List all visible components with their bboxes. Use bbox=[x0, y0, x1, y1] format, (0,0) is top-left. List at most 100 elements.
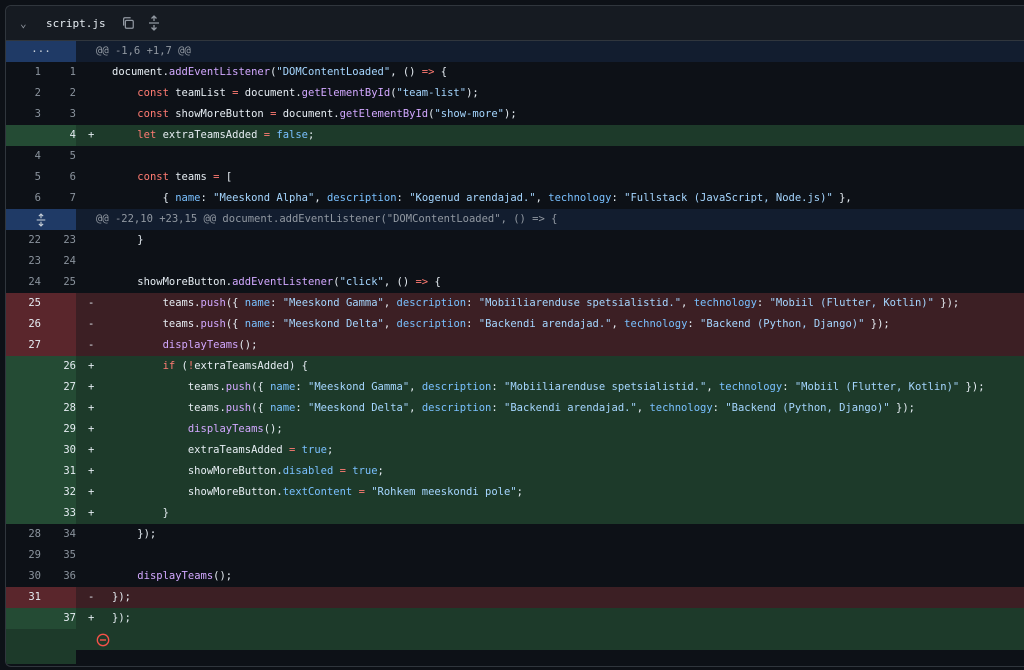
old-line-number[interactable]: 25 bbox=[6, 293, 41, 314]
old-line-number[interactable]: 29 bbox=[6, 545, 41, 566]
new-line-number[interactable]: 34 bbox=[41, 524, 76, 545]
old-line-number[interactable] bbox=[6, 377, 41, 398]
old-line-number[interactable]: 1 bbox=[6, 62, 41, 83]
new-line-number[interactable]: 6 bbox=[41, 167, 76, 188]
expand-all-icon[interactable] bbox=[144, 13, 164, 33]
new-line-number[interactable]: 37 bbox=[41, 608, 76, 629]
diff-line-removed: 26 - teams.push({ name: "Meeskond Delta",… bbox=[6, 314, 1024, 335]
new-line-number[interactable]: 1 bbox=[41, 62, 76, 83]
code-text: showMoreButton.addEventListener("click",… bbox=[112, 276, 441, 288]
hunk-header: ··· @@ -1,6 +1,7 @@ bbox=[6, 41, 1024, 62]
diff-sign bbox=[76, 104, 112, 125]
expand-up-icon[interactable]: ··· bbox=[6, 41, 76, 62]
old-line-number[interactable] bbox=[6, 503, 41, 524]
diff-sign: + bbox=[76, 440, 112, 461]
old-line-number[interactable] bbox=[6, 125, 41, 146]
new-line-number[interactable]: 32 bbox=[41, 482, 76, 503]
diff-sign: - bbox=[76, 314, 112, 335]
old-line-number[interactable]: 23 bbox=[6, 251, 41, 272]
new-line-number[interactable]: 25 bbox=[41, 272, 76, 293]
diff-line-added: 30 + extraTeamsAdded = true; bbox=[6, 440, 1024, 461]
new-line-number[interactable]: 7 bbox=[41, 188, 76, 209]
new-line-number[interactable] bbox=[41, 587, 76, 608]
code-text: const showMoreButton = document.getEleme… bbox=[137, 108, 517, 120]
diff-line-context: 29 35 bbox=[6, 545, 1024, 566]
code-text: if (!extraTeamsAdded) { bbox=[162, 360, 309, 372]
new-line-number[interactable]: 4 bbox=[41, 125, 76, 146]
diff-line-added: 27 + teams.push({ name: "Meeskond Gamma",… bbox=[6, 377, 1024, 398]
old-line-number[interactable]: 5 bbox=[6, 167, 41, 188]
old-line-number[interactable] bbox=[6, 419, 41, 440]
diff-line-added: 32 + showMoreButton.textContent = "Rohkem… bbox=[6, 482, 1024, 503]
diff-line-removed: 27 - displayTeams(); bbox=[6, 335, 1024, 356]
diff-sign: + bbox=[76, 356, 112, 377]
diff-sign: + bbox=[76, 503, 112, 524]
old-line-number[interactable]: 4 bbox=[6, 146, 41, 167]
new-line-number[interactable] bbox=[41, 314, 76, 335]
code-text: }); bbox=[112, 591, 131, 603]
new-line-number[interactable]: 35 bbox=[41, 545, 76, 566]
code-text: displayTeams(); bbox=[187, 423, 283, 435]
diff-sign bbox=[76, 230, 112, 251]
diff-line-context: 30 36 displayTeams(); bbox=[6, 566, 1024, 587]
expand-icon[interactable] bbox=[6, 209, 76, 230]
old-line-number[interactable]: 24 bbox=[6, 272, 41, 293]
diff-line-added: 4 + let extraTeamsAdded = false; bbox=[6, 125, 1024, 146]
new-line-number[interactable] bbox=[41, 293, 76, 314]
diff-sign: + bbox=[76, 461, 112, 482]
new-line-number[interactable]: 28 bbox=[41, 398, 76, 419]
old-line-number[interactable]: 28 bbox=[6, 524, 41, 545]
old-line-number[interactable]: 26 bbox=[6, 314, 41, 335]
diff-bottom bbox=[6, 650, 1024, 664]
new-line-number[interactable]: 33 bbox=[41, 503, 76, 524]
old-line-number[interactable]: 6 bbox=[6, 188, 41, 209]
new-line-number[interactable]: 24 bbox=[41, 251, 76, 272]
diff-sign bbox=[76, 146, 112, 167]
code-text: teams.push({ name: "Meeskond Delta", des… bbox=[112, 402, 915, 414]
code-text: teams.push({ name: "Meeskond Gamma", des… bbox=[112, 297, 960, 309]
new-line-number[interactable]: 31 bbox=[41, 461, 76, 482]
diff-sign: + bbox=[76, 419, 112, 440]
chevron-down-icon[interactable]: ⌄ bbox=[20, 17, 36, 30]
old-line-number[interactable] bbox=[6, 398, 41, 419]
hunk-header: @@ -22,10 +23,15 @@ document.addEventLis… bbox=[6, 209, 1024, 230]
new-line-number[interactable]: 5 bbox=[41, 146, 76, 167]
new-line-number[interactable]: 27 bbox=[41, 377, 76, 398]
diff-sign: + bbox=[76, 398, 112, 419]
old-line-number[interactable] bbox=[6, 608, 41, 629]
old-line-number[interactable]: 27 bbox=[6, 335, 41, 356]
new-line-number[interactable]: 36 bbox=[41, 566, 76, 587]
new-line-number[interactable]: 3 bbox=[41, 104, 76, 125]
old-line-number[interactable] bbox=[6, 356, 41, 377]
remove-circle-icon[interactable] bbox=[96, 633, 110, 647]
diff-line-context: 28 34 }); bbox=[6, 524, 1024, 545]
diff-rows: ··· @@ -1,6 +1,7 @@ 1 1 document.addEventLis… bbox=[6, 41, 1024, 664]
new-line-number[interactable] bbox=[41, 335, 76, 356]
old-line-number[interactable] bbox=[6, 440, 41, 461]
diff-sign bbox=[76, 251, 112, 272]
new-line-number[interactable]: 29 bbox=[41, 419, 76, 440]
hunk-text: @@ -1,6 +1,7 @@ bbox=[96, 45, 191, 57]
new-line-number[interactable]: 30 bbox=[41, 440, 76, 461]
new-line-number[interactable]: 23 bbox=[41, 230, 76, 251]
diff-line-context: 1 1 document.addEventListener("DOMContentL… bbox=[6, 62, 1024, 83]
diff-line-context: 56 const teams = [ bbox=[6, 167, 1024, 188]
file-name[interactable]: script.js bbox=[46, 17, 106, 30]
new-line-number[interactable]: 2 bbox=[41, 83, 76, 104]
code-text: displayTeams(); bbox=[162, 339, 258, 351]
new-line-number[interactable]: 26 bbox=[41, 356, 76, 377]
old-line-number[interactable]: 22 bbox=[6, 230, 41, 251]
old-line-number[interactable]: 3 bbox=[6, 104, 41, 125]
old-line-number[interactable]: 31 bbox=[6, 587, 41, 608]
diff-file-container: ⌄ script.js ··· @@ -1,6 +1,7 @@ 1 1 document… bbox=[5, 5, 1024, 667]
old-line-number[interactable] bbox=[6, 482, 41, 503]
old-line-number[interactable]: 30 bbox=[6, 566, 41, 587]
diff-line-context: 22 23 } bbox=[6, 230, 1024, 251]
code-text: showMoreButton.disabled = true; bbox=[112, 465, 384, 477]
copy-icon[interactable] bbox=[118, 13, 138, 33]
diff-sign bbox=[76, 545, 112, 566]
old-line-number[interactable]: 2 bbox=[6, 83, 41, 104]
old-line-number[interactable] bbox=[6, 461, 41, 482]
